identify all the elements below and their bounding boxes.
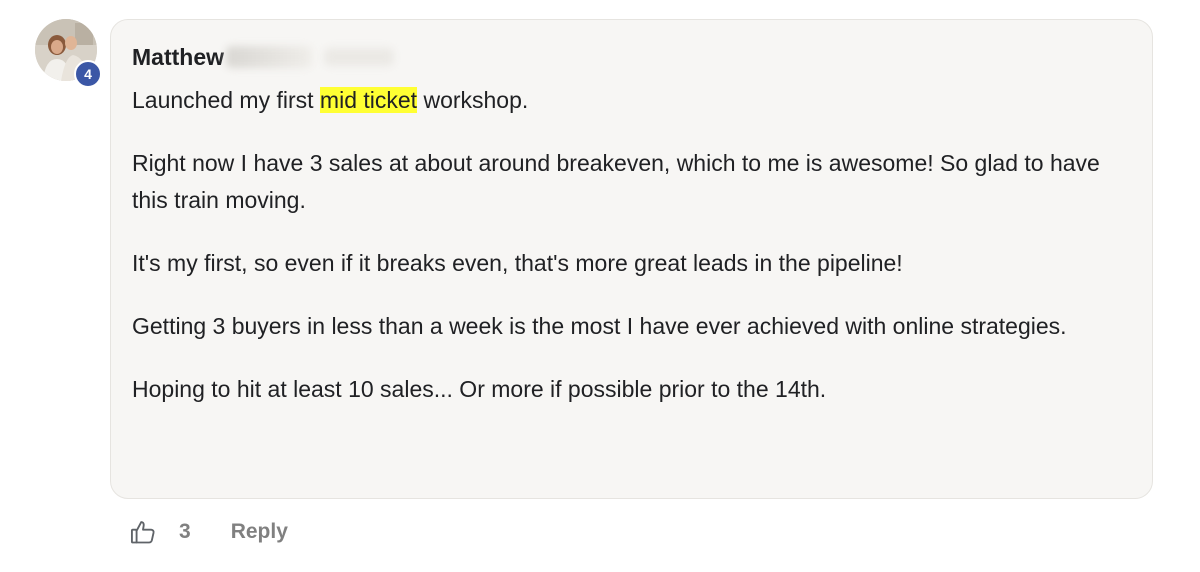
redacted-surname	[226, 46, 312, 68]
highlighted-text: mid ticket	[319, 87, 418, 113]
like-count: 3	[179, 520, 191, 543]
comment-actions: 3 Reply	[128, 514, 288, 550]
paragraph-text: workshop.	[417, 87, 529, 113]
comment-paragraph: Hoping to hit at least 10 sales... Or mo…	[132, 376, 827, 402]
author-avatar-container[interactable]: 4	[35, 19, 102, 88]
comment-paragraph: Right now I have 3 sales at about around…	[132, 150, 1100, 213]
thumbs-up-icon[interactable]	[129, 518, 157, 546]
comment-body: Launched my first mid ticket workshop. R…	[132, 82, 1132, 434]
comment-paragraph: Getting 3 buyers in less than a week is …	[132, 313, 1067, 339]
comment-bubble: Matthew Launched my first mid ticket wor…	[110, 19, 1153, 499]
comment-paragraph: Launched my first mid ticket workshop.	[132, 82, 1132, 119]
like-button[interactable]	[128, 517, 158, 547]
redacted-timestamp	[324, 48, 394, 66]
author-name[interactable]: Matthew	[132, 44, 224, 71]
comment-header: Matthew	[132, 42, 394, 72]
level-badge: 4	[74, 60, 102, 88]
reply-button[interactable]: Reply	[231, 520, 288, 544]
paragraph-text: Launched my first	[132, 87, 320, 113]
comment-paragraph: It's my first, so even if it breaks even…	[132, 250, 903, 276]
